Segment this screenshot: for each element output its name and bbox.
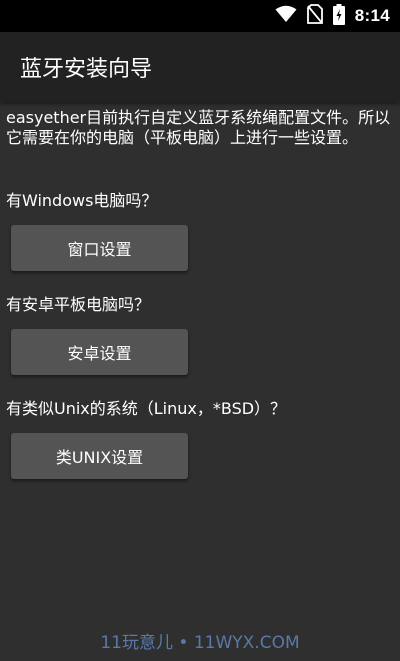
watermark: 11玩意儿 • 11WYX.COM <box>100 633 300 653</box>
status-bar: 8:14 <box>0 0 400 32</box>
intro-section: easyether目前执行自定义蓝牙系统绳配置文件。所以它需要在你的电脑（平板电… <box>6 108 396 148</box>
app-bar: 蓝牙安装向导 <box>0 32 400 102</box>
status-icons: 8:14 <box>275 3 390 29</box>
status-time: 8:14 <box>354 6 390 25</box>
android-setup-button[interactable]: 安卓设置 <box>11 329 188 375</box>
unix-setup-button[interactable]: 类UNIX设置 <box>11 433 188 479</box>
wifi-icon <box>275 5 297 27</box>
intro-text: easyether目前执行自定义蓝牙系统绳配置文件。所以它需要在你的电脑（平板电… <box>6 108 391 147</box>
battery-charging-icon <box>332 3 345 29</box>
question-android: 有安卓平板电脑吗？ <box>6 295 151 314</box>
no-sim-icon <box>306 4 323 28</box>
question-windows: 有Windows电脑吗？ <box>6 191 158 210</box>
windows-setup-button[interactable]: 窗口设置 <box>11 225 188 271</box>
page-title: 蓝牙安装向导 <box>20 57 153 82</box>
question-unix: 有类似Unix的系统（Linux，*BSD）？ <box>6 399 287 418</box>
